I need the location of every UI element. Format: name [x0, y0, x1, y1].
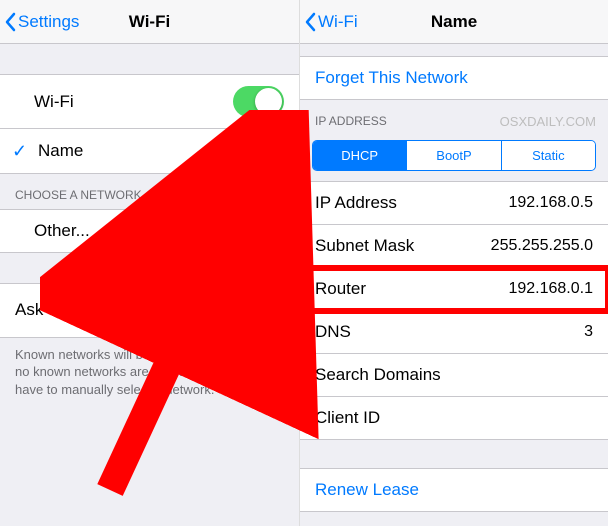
ask-to-join-row: Ask to Join Networks — [0, 283, 299, 338]
router-label: Router — [315, 279, 508, 299]
ip-address-label: IP Address — [315, 193, 508, 213]
subnet-mask-row: Subnet Mask 255.255.255.0 — [300, 225, 608, 268]
dns-label: DNS — [315, 322, 584, 342]
dns-row[interactable]: DNS 3 — [300, 311, 608, 354]
tab-dhcp[interactable]: DHCP — [313, 141, 407, 170]
current-network-row[interactable]: ✓ Name i — [0, 129, 299, 174]
client-id-row[interactable]: Client ID — [300, 397, 608, 440]
ip-mode-segmented: DHCP BootP Static — [312, 140, 596, 171]
ask-to-join-label: Ask to Join Networks — [15, 300, 233, 320]
wifi-label: Wi-Fi — [34, 92, 233, 112]
ip-address-row: IP Address 192.168.0.5 — [300, 181, 608, 225]
renew-label: Renew Lease — [315, 480, 419, 500]
ip-header-label: IP ADDRESS — [315, 114, 387, 128]
ask-to-join-footer: Known networks will be joined automatica… — [0, 338, 299, 407]
back-label: Wi-Fi — [318, 12, 358, 32]
ask-to-join-toggle[interactable] — [233, 295, 284, 326]
forget-network-button[interactable]: Forget This Network — [300, 56, 608, 100]
tab-static[interactable]: Static — [502, 141, 595, 170]
back-to-wifi-button[interactable]: Wi-Fi — [300, 0, 364, 43]
client-id-label: Client ID — [315, 408, 593, 428]
subnet-value: 255.255.255.0 — [491, 237, 593, 255]
tab-bootp[interactable]: BootP — [407, 141, 501, 170]
chevron-left-icon — [4, 12, 16, 32]
wifi-toggle[interactable] — [233, 86, 284, 117]
network-detail-screen: Wi-Fi Name Forget This Network IP ADDRES… — [300, 0, 608, 526]
choose-network-label: CHOOSE A NETWORK... — [15, 188, 152, 202]
router-value: 192.168.0.1 — [508, 280, 593, 298]
other-label: Other... — [34, 221, 284, 241]
chevron-left-icon — [304, 12, 316, 32]
wifi-signal-icon — [238, 145, 254, 157]
choose-network-header: CHOOSE A NETWORK... — [0, 174, 299, 209]
network-status-icons: i — [218, 140, 284, 162]
wifi-toggle-row: Wi-Fi — [0, 74, 299, 129]
other-network-row[interactable]: Other... — [0, 209, 299, 253]
forget-label: Forget This Network — [315, 68, 468, 88]
search-domains-row[interactable]: Search Domains — [300, 354, 608, 397]
wifi-settings-screen: Settings Wi-Fi Wi-Fi ✓ Name i CHOOSE A N… — [0, 0, 300, 526]
ip-address-value: 192.168.0.5 — [508, 194, 593, 212]
back-label: Settings — [18, 12, 79, 32]
left-header: Settings Wi-Fi — [0, 0, 299, 44]
subnet-label: Subnet Mask — [315, 236, 491, 256]
back-to-settings-button[interactable]: Settings — [0, 0, 85, 43]
router-row: Router 192.168.0.1 — [300, 268, 608, 311]
ip-address-header: IP ADDRESS osxdaily.com — [300, 100, 608, 134]
network-name: Name — [38, 141, 218, 161]
watermark: osxdaily.com — [500, 114, 596, 129]
info-icon[interactable]: i — [262, 140, 284, 162]
renew-lease-button[interactable]: Renew Lease — [300, 468, 608, 512]
dns-value: 3 — [584, 323, 593, 341]
checkmark-icon: ✓ — [12, 141, 32, 162]
spinner-icon — [161, 189, 175, 203]
lock-icon — [218, 144, 230, 158]
right-header: Wi-Fi Name — [300, 0, 608, 44]
search-domains-label: Search Domains — [315, 365, 593, 385]
